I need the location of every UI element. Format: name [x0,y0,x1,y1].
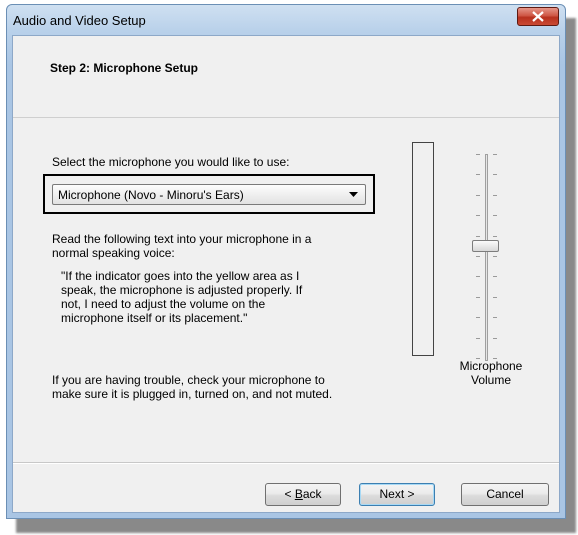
slider-tick [493,317,497,319]
microphone-select-highlight: Microphone (Novo - Minoru's Ears) [43,174,375,214]
trouble-hint-line2: make sure it is plugged in, turned on, a… [52,387,333,401]
footer-divider [13,462,559,464]
volume-label-line: Volume [470,373,512,387]
slider-tick [476,154,480,155]
sample-text: "If the indicator goes into the yellow a… [61,269,331,325]
slider-tick [476,337,480,339]
dialog-content: Step 2: Microphone Setup Select the micr… [12,35,560,513]
slider-tick [493,194,497,196]
wizard-header: Step 2: Microphone Setup [13,36,559,118]
slider-tick [493,154,497,155]
slider-tick [476,174,480,176]
slider-tick [493,174,497,176]
slider-tick [476,194,480,196]
microphone-select-value: Microphone (Novo - Minoru's Ears) [58,188,244,202]
slider-tick [476,276,480,278]
close-button[interactable] [517,7,559,26]
slider-tick [476,296,480,298]
slider-tick [476,235,480,237]
slider-tick [476,256,480,257]
back-button-label: ack [302,487,322,501]
slider-tick [493,215,497,217]
sample-text-line: speak, the microphone is adjusted proper… [61,283,303,297]
sample-text-line: not, I need to adjust the volume on the [61,297,266,311]
slider-tick [493,276,497,278]
read-instructions-line2: normal speaking voice: [52,246,175,260]
slider-tick [493,296,497,298]
close-x-icon [532,11,544,22]
slider-tick [493,256,497,257]
cancel-button[interactable]: Cancel [461,483,549,506]
read-instructions-line1: Read the following text into your microp… [52,232,312,246]
sample-text-line: microphone itself or its placement." [61,311,248,325]
slider-tick [476,215,480,217]
volume-slider-thumb[interactable] [472,239,499,252]
step-title: Step 2: Microphone Setup [50,61,199,75]
volume-slider-track[interactable] [485,154,488,361]
next-button[interactable]: Next > [359,483,435,506]
microphone-select[interactable]: Microphone (Novo - Minoru's Ears) [52,184,366,205]
chevron-down-icon [349,192,358,197]
back-button-accelerator: B [294,487,303,501]
slider-tick [493,337,497,339]
back-button[interactable]: < Back [265,483,341,506]
input-level-meter [412,142,434,356]
slider-tick [493,235,497,237]
volume-label-line: Microphone [459,359,523,373]
sample-text-line: "If the indicator goes into the yellow a… [61,269,300,283]
back-button-prefix: < [284,487,295,501]
window-title: Audio and Video Setup [13,13,146,28]
trouble-hint-line1: If you are having trouble, check your mi… [52,373,325,387]
microphone-volume-label: Microphone Volume [445,359,537,387]
slider-tick [476,317,480,319]
select-microphone-label: Select the microphone you would like to … [52,155,290,169]
dialog-window: Audio and Video Setup Step 2: Microphone… [6,4,566,519]
title-bar: Audio and Video Setup [7,5,565,35]
